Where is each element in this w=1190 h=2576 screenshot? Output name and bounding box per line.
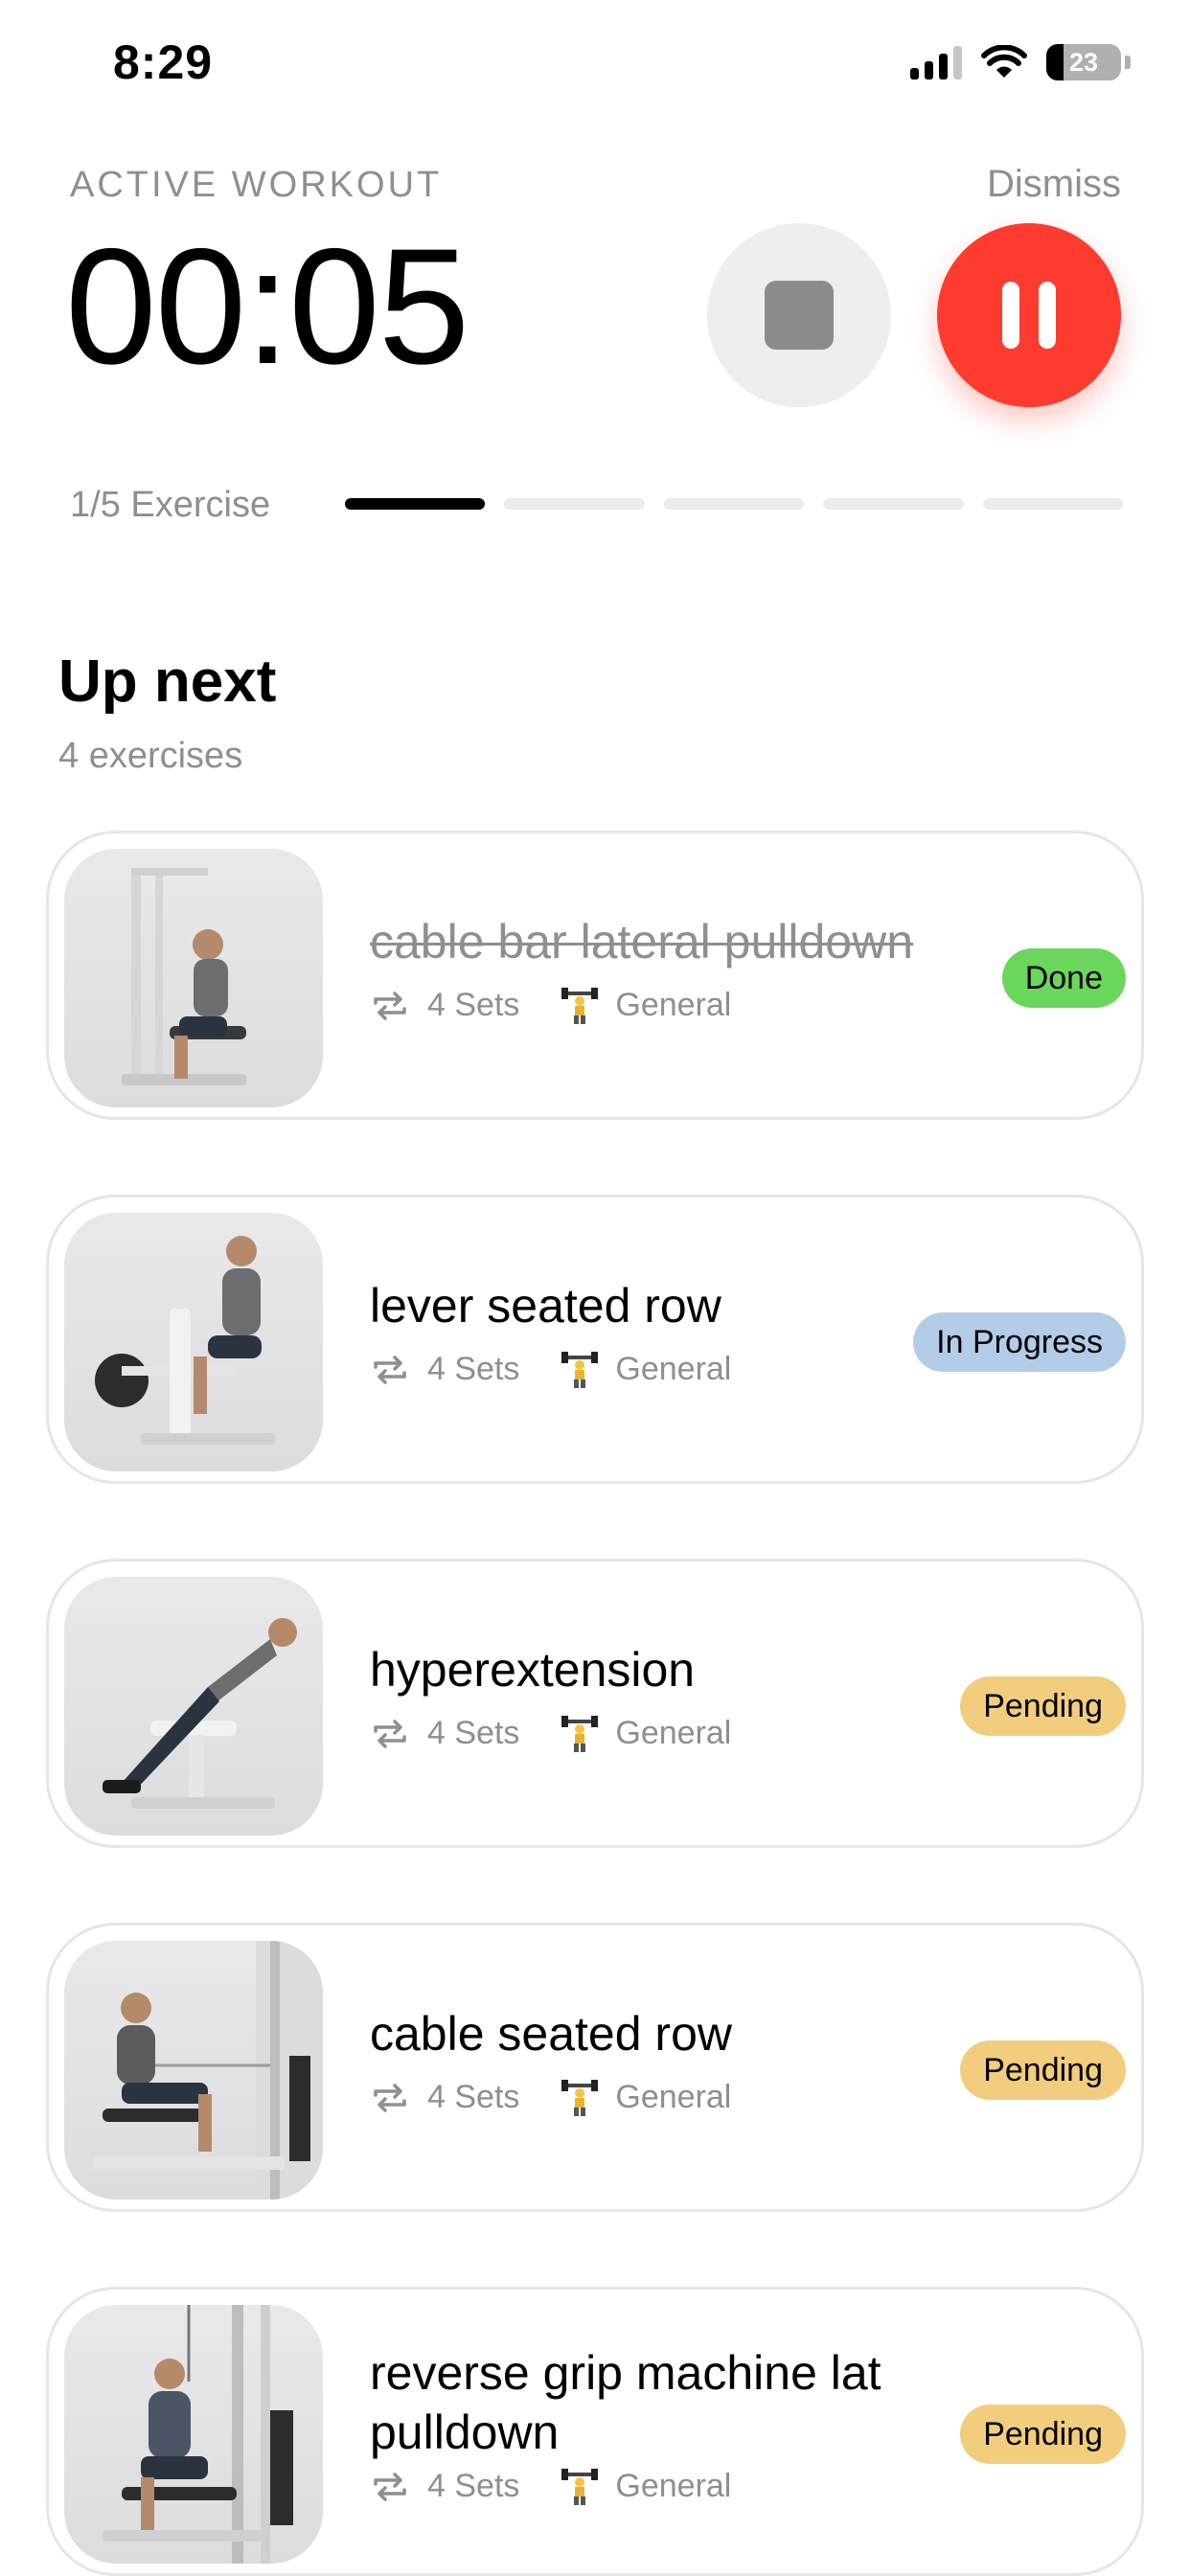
exercise-meta: 4 Sets General: [370, 1715, 731, 1752]
status-badge: Pending: [960, 2040, 1126, 2100]
status-badge: Pending: [960, 1676, 1126, 1736]
exercise-sets: 4 Sets: [427, 1715, 520, 1751]
exercise-image: [64, 2305, 323, 2564]
weightlifter-icon: [561, 987, 599, 1024]
up-next-heading: Up next: [58, 649, 277, 715]
exercise-sets: 4 Sets: [427, 2079, 520, 2115]
repeat-icon: [374, 1719, 406, 1748]
exercise-card[interactable]: cable seated row 4 Sets General Pending: [46, 1923, 1144, 2212]
stop-icon: [765, 281, 834, 350]
exercise-sets: 4 Sets: [427, 1351, 520, 1387]
exercise-sets: 4 Sets: [427, 2468, 520, 2504]
status-bar-icons: 23: [910, 44, 1131, 80]
exercise-card[interactable]: cable bar lateral pulldown 4 Sets Genera…: [46, 831, 1144, 1120]
exercise-category: General: [615, 1715, 732, 1751]
dismiss-button[interactable]: Dismiss: [987, 163, 1121, 206]
cellular-signal-icon: [910, 45, 962, 80]
weightlifter-icon: [561, 2468, 599, 2505]
exercise-card[interactable]: hyperextension 4 Sets General Pending: [46, 1559, 1144, 1848]
battery-icon: 23: [1046, 44, 1121, 80]
repeat-icon: [374, 2083, 406, 2112]
exercise-progress-bar: [345, 498, 1124, 510]
wifi-icon: [981, 45, 1027, 78]
exercise-meta: 4 Sets General: [370, 2079, 731, 2116]
exercise-image: [64, 1941, 323, 2200]
exercise-image: [64, 1577, 323, 1835]
status-bar-time: 8:29: [113, 35, 214, 89]
exercise-category: General: [615, 987, 732, 1023]
repeat-icon: [374, 2472, 406, 2501]
active-workout-label: ACTIVE WORKOUT: [70, 165, 443, 205]
progress-segment: [823, 498, 964, 510]
exercise-progress-label: 1/5 Exercise: [70, 485, 271, 525]
exercise-category: General: [615, 2079, 732, 2115]
progress-segment: [345, 498, 486, 510]
exercise-meta: 4 Sets General: [370, 2468, 731, 2505]
exercise-count: 4 exercises: [58, 736, 243, 776]
progress-segment: [663, 498, 805, 510]
pause-icon: [1002, 282, 1019, 349]
exercise-image: [64, 849, 323, 1107]
status-badge: In Progress: [913, 1312, 1126, 1372]
status-badge: Pending: [960, 2405, 1126, 2464]
exercise-name: cable seated row: [370, 2007, 733, 2061]
progress-segment: [982, 498, 1124, 510]
exercise-name: hyperextension: [370, 1643, 696, 1697]
exercise-name: cable bar lateral pulldown: [370, 915, 914, 969]
exercise-category: General: [615, 2468, 732, 2504]
weightlifter-icon: [561, 1715, 599, 1752]
exercise-card[interactable]: lever seated row 4 Sets General In Progr…: [46, 1195, 1144, 1484]
repeat-icon: [374, 1355, 406, 1384]
status-badge: Done: [1001, 948, 1126, 1008]
stop-button[interactable]: [707, 223, 891, 407]
exercise-image: [64, 1213, 323, 1471]
progress-segment: [504, 498, 645, 510]
repeat-icon: [374, 991, 406, 1020]
exercise-meta: 4 Sets General: [370, 1351, 731, 1388]
exercise-name: lever seated row: [370, 1279, 721, 1333]
exercise-meta: 4 Sets General: [370, 987, 731, 1024]
exercise-category: General: [615, 1351, 732, 1387]
weightlifter-icon: [561, 2079, 599, 2116]
exercise-sets: 4 Sets: [427, 987, 520, 1023]
pause-button[interactable]: [937, 223, 1121, 407]
weightlifter-icon: [561, 1351, 599, 1388]
exercise-name: reverse grip machine lat pulldown: [370, 2346, 881, 2459]
workout-timer: 00:05: [65, 215, 469, 399]
battery-level: 23: [1068, 48, 1099, 77]
exercise-card[interactable]: reverse grip machine lat pulldown 4 Sets…: [46, 2287, 1144, 2576]
